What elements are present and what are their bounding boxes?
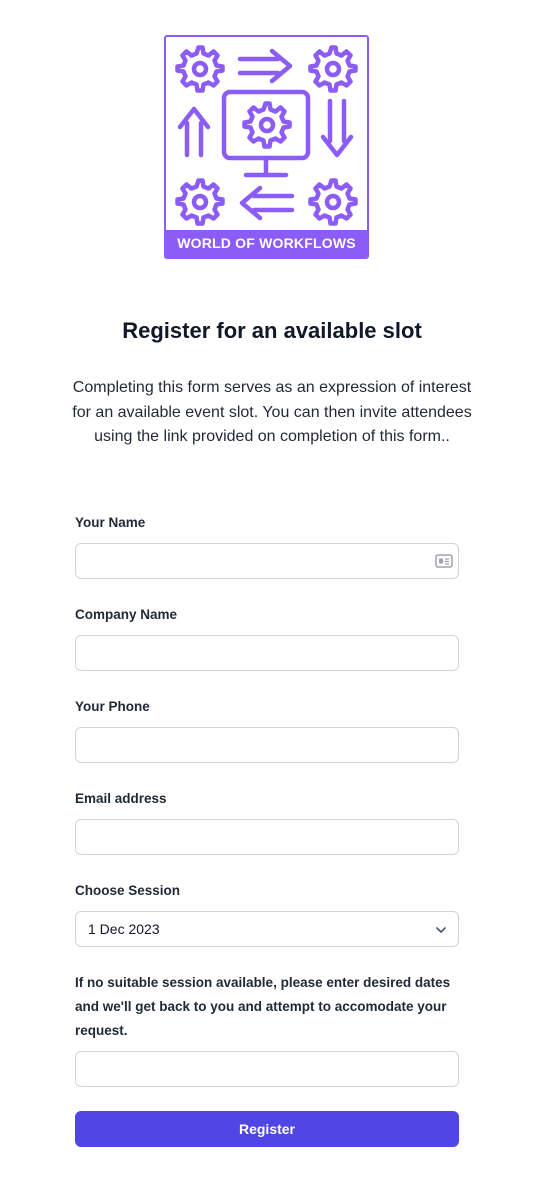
- gear-icon: [245, 104, 290, 147]
- gear-icon: [311, 181, 356, 224]
- gear-icon: [311, 48, 356, 91]
- company-name-label: Company Name: [75, 607, 178, 622]
- company-name-input[interactable]: [75, 635, 459, 671]
- choose-session-label: Choose Session: [75, 883, 181, 898]
- your-name-label: Your Name: [75, 515, 146, 530]
- world-of-workflows-logo: WORLD OF WORKFLOWS: [164, 35, 369, 259]
- desired-dates-input[interactable]: [75, 1051, 459, 1087]
- session-select[interactable]: 1 Dec 2023: [75, 911, 459, 947]
- arrow-up-icon: [177, 106, 211, 158]
- your-name-input[interactable]: [75, 543, 459, 579]
- arrow-down-icon: [320, 98, 354, 158]
- email-address-label: Email address: [75, 791, 167, 806]
- logo-wordmark: WORLD OF WORKFLOWS: [166, 230, 367, 257]
- arrow-right-icon: [237, 48, 293, 84]
- gear-icon: [178, 181, 223, 224]
- gear-icon: [178, 48, 223, 91]
- chevron-down-icon: [436, 927, 446, 933]
- desired-dates-label: If no suitable session available, please…: [75, 975, 451, 1038]
- email-address-input[interactable]: [75, 819, 459, 855]
- your-phone-label: Your Phone: [75, 699, 150, 714]
- logo-artwork: [166, 37, 367, 230]
- arrow-left-icon: [239, 185, 295, 221]
- intro-text: Completing this form serves as an expres…: [72, 379, 472, 445]
- your-phone-input[interactable]: [75, 727, 459, 763]
- page-title: Register for an available slot: [122, 318, 422, 343]
- session-selected-value: 1 Dec 2023: [88, 921, 160, 937]
- register-button[interactable]: Register: [75, 1111, 459, 1147]
- contact-card-icon[interactable]: [435, 553, 453, 569]
